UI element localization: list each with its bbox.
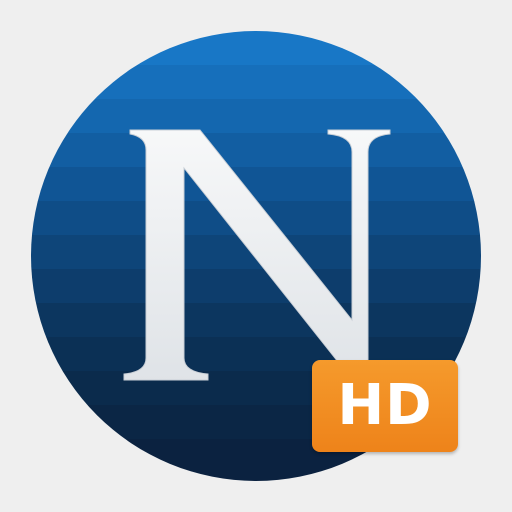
app-icon-canvas: HD: [0, 0, 512, 512]
hd-badge-icon: HD: [312, 360, 458, 452]
hd-badge-label: HD: [337, 373, 433, 438]
